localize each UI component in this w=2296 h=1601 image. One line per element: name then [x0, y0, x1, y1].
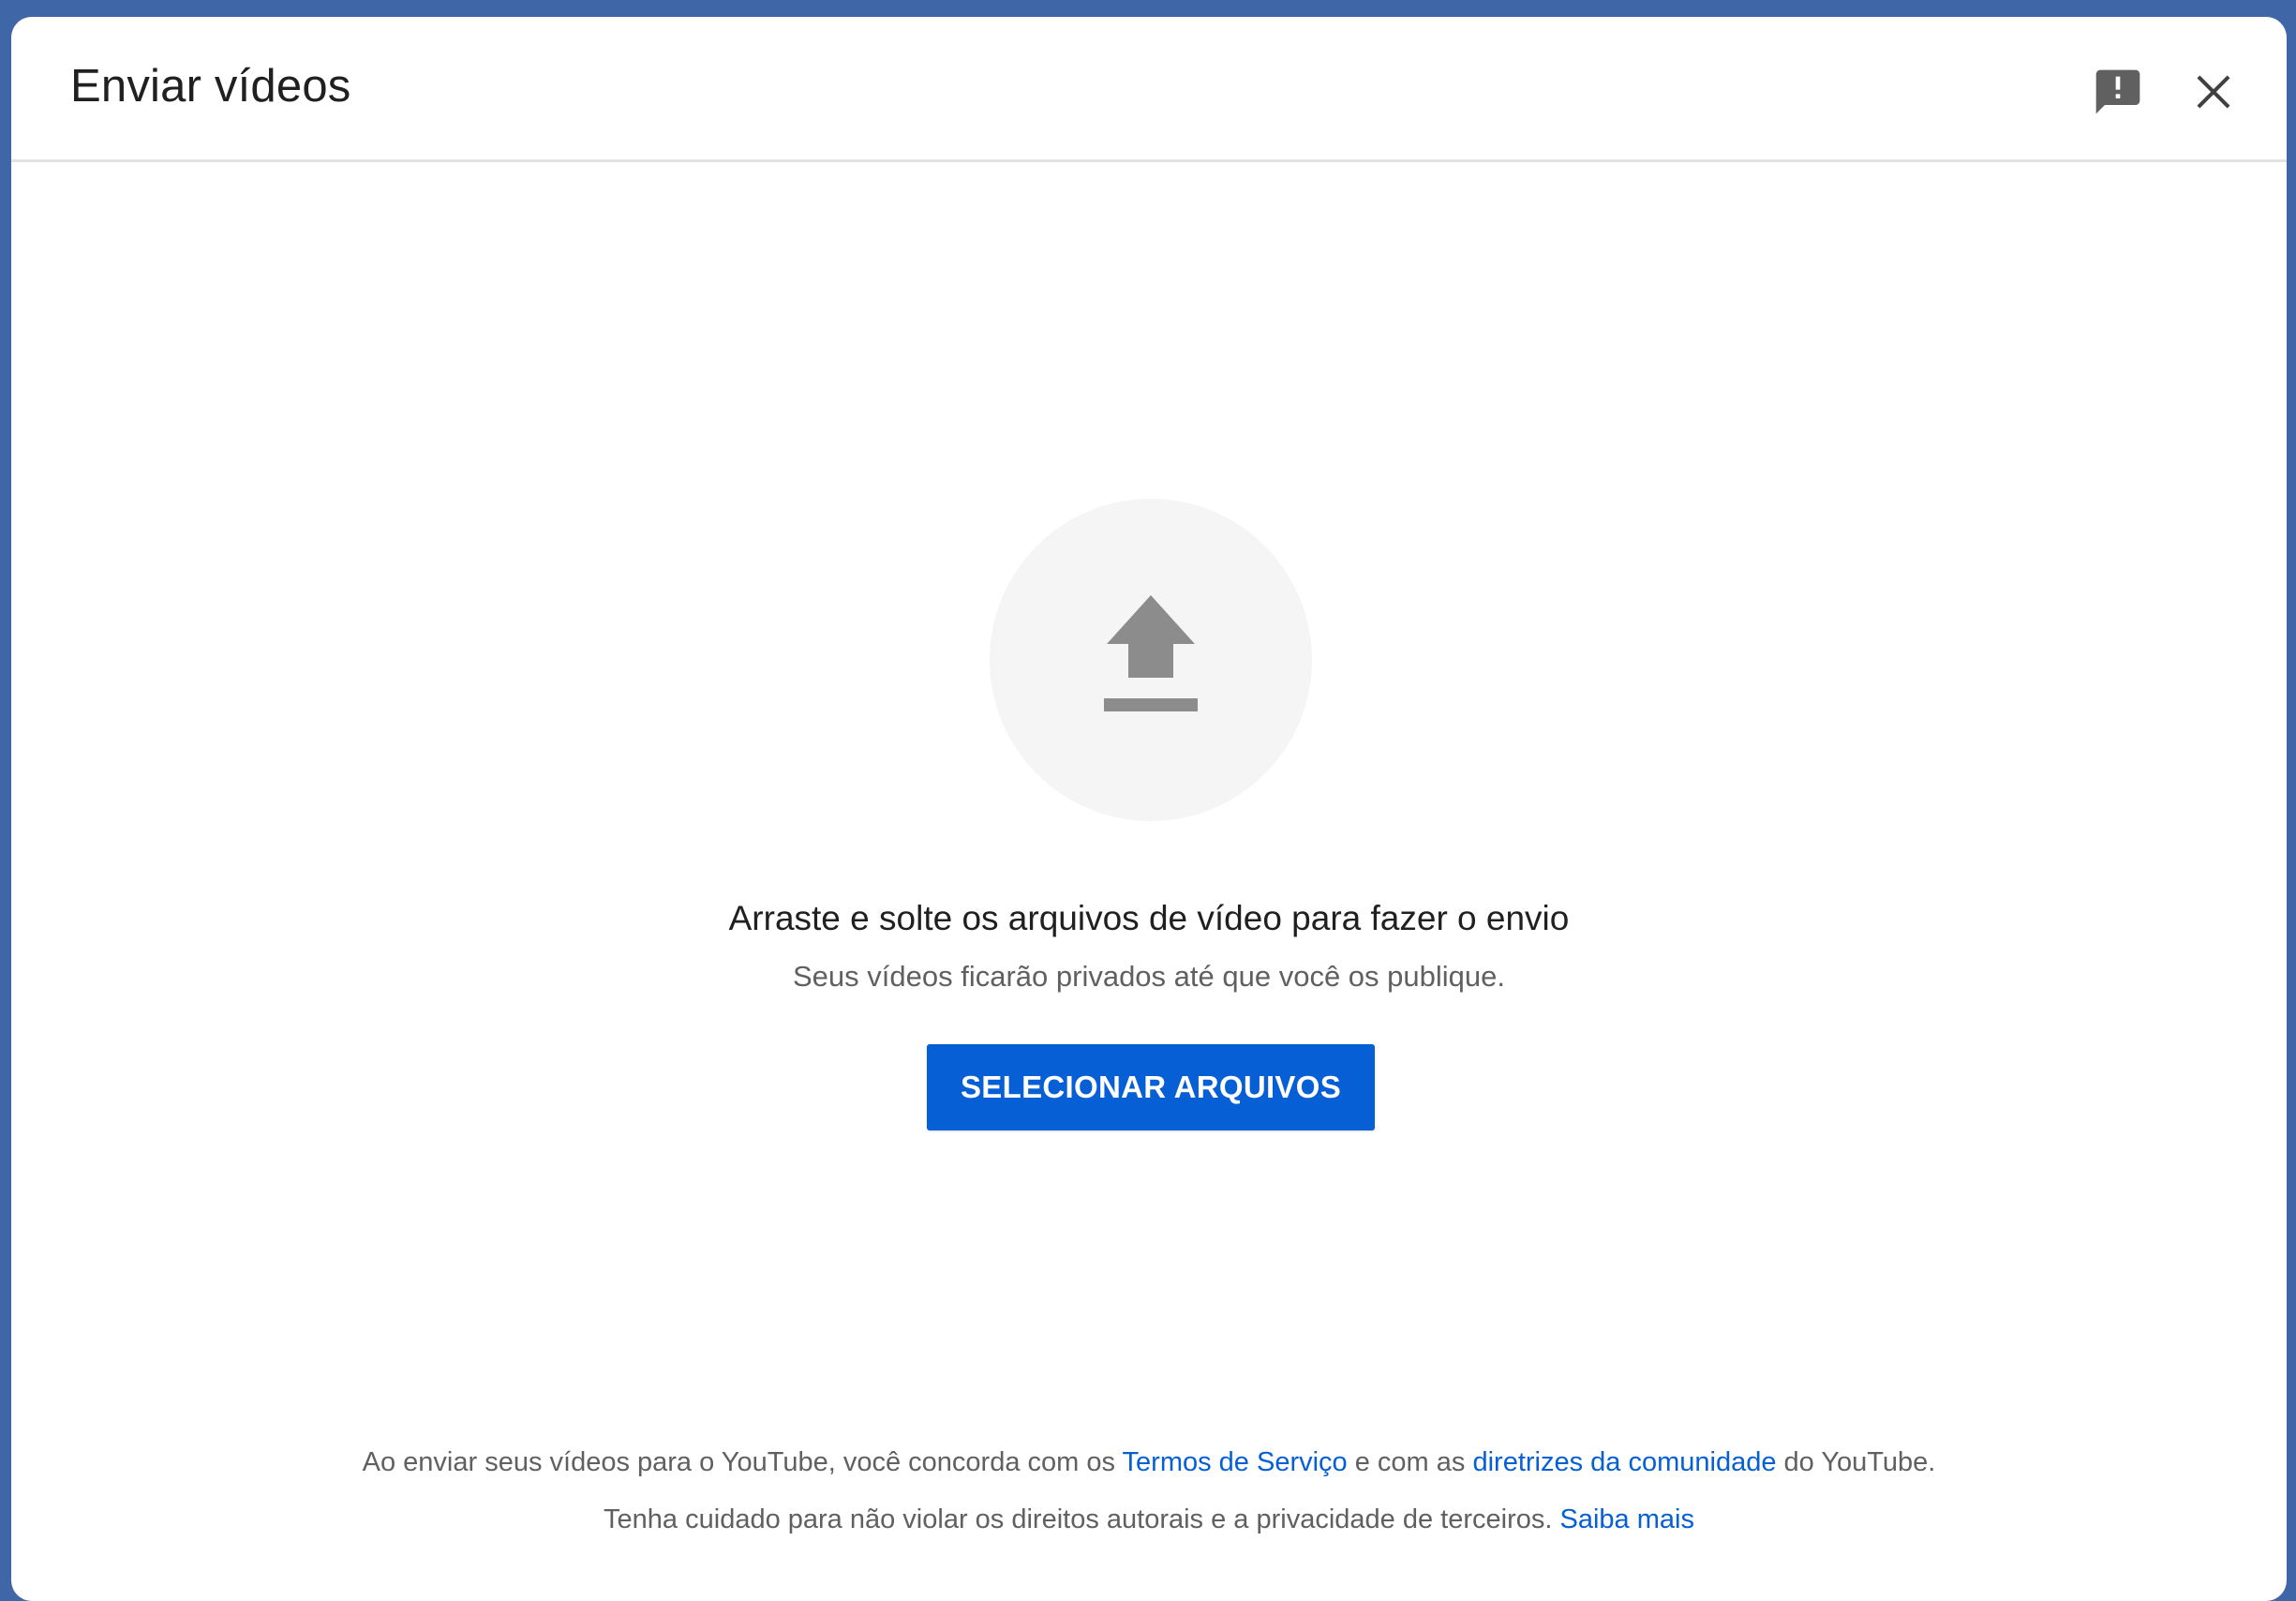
terms-notice-suffix: do YouTube.: [1776, 1447, 1936, 1477]
privacy-note: Seus vídeos ficarão privados até que voc…: [793, 960, 1505, 993]
community-guidelines-link[interactable]: diretrizes da comunidade: [1472, 1447, 1776, 1477]
dialog-title: Enviar vídeos: [70, 61, 351, 112]
dialog-header: Enviar vídeos: [11, 17, 2287, 162]
copyright-notice: Tenha cuidado para não violar os direito…: [11, 1501, 2287, 1538]
learn-more-link[interactable]: Saiba mais: [1559, 1504, 1693, 1534]
copyright-notice-text: Tenha cuidado para não violar os direito…: [604, 1504, 1560, 1534]
upload-drop-target[interactable]: [990, 499, 1312, 821]
terms-notice-prefix: Ao enviar seus vídeos para o YouTube, vo…: [362, 1447, 1123, 1477]
upload-icon: [1095, 588, 1207, 733]
feedback-button[interactable]: [2084, 58, 2152, 126]
upload-dialog: Enviar vídeos Arraste e solte os arquivo…: [11, 17, 2287, 1601]
close-icon: [2193, 71, 2234, 112]
close-button[interactable]: [2180, 58, 2247, 126]
feedback-icon: [2092, 66, 2144, 118]
select-files-button[interactable]: SELECIONAR ARQUIVOS: [927, 1044, 1375, 1130]
drag-drop-heading: Arraste e solte os arquivos de vídeo par…: [728, 899, 1570, 937]
terms-of-service-link[interactable]: Termos de Serviço: [1123, 1447, 1348, 1477]
terms-notice-middle: e com as: [1347, 1447, 1473, 1477]
terms-notice: Ao enviar seus vídeos para o YouTube, vo…: [11, 1444, 2287, 1481]
